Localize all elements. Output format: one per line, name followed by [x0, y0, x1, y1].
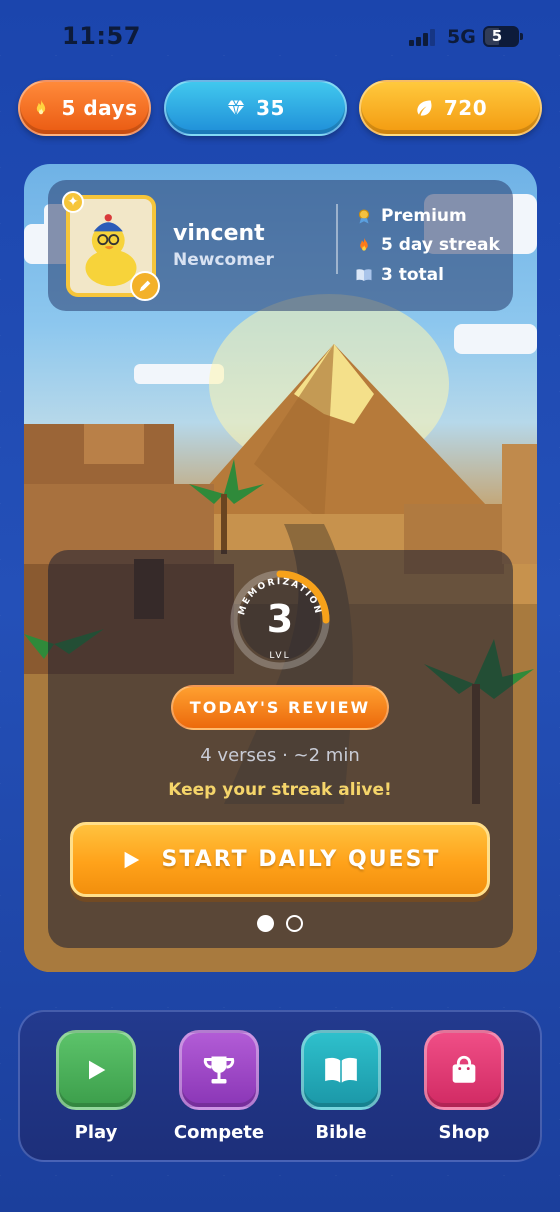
leaves-pill[interactable]: 720	[359, 80, 542, 136]
status-bar: 11:57 5G 5	[0, 0, 560, 70]
page-indicator	[257, 915, 303, 932]
streak-stat-label: 5 day streak	[381, 235, 500, 255]
clock: 11:57	[62, 22, 141, 50]
total-stat: 3 total	[355, 265, 444, 285]
play-icon	[124, 851, 139, 868]
trophy-icon	[203, 1056, 235, 1084]
shopping-bag-icon	[452, 1055, 476, 1083]
page-dot-active[interactable]	[257, 915, 274, 932]
flame-icon	[360, 237, 368, 251]
premium-stat: Premium	[355, 206, 467, 226]
streak-pill[interactable]: 5 days	[18, 80, 151, 136]
sparkle-icon: ✦	[62, 191, 84, 213]
page-dot[interactable]	[286, 915, 303, 932]
nav-shop-label: Shop	[438, 1122, 490, 1143]
flame-icon	[37, 99, 46, 115]
medal-icon	[358, 209, 370, 224]
network-type: 5G	[447, 26, 476, 48]
book-icon	[325, 1057, 357, 1083]
divider	[336, 204, 338, 274]
streak-message: Keep your streak alive!	[168, 780, 392, 800]
nav-bible[interactable]: Bible	[291, 1030, 391, 1150]
nav-compete-tile[interactable]	[179, 1030, 259, 1110]
edit-avatar-button[interactable]	[130, 271, 160, 301]
gems-pill[interactable]: 35	[164, 80, 347, 136]
battery-level: 5	[491, 27, 503, 45]
nav-play[interactable]: Play	[46, 1030, 146, 1150]
play-icon	[89, 1060, 106, 1080]
todays-review-button[interactable]: TODAY'S REVIEW	[171, 685, 389, 730]
nav-bible-tile[interactable]	[301, 1030, 381, 1110]
nav-play-label: Play	[74, 1122, 118, 1143]
nav-compete[interactable]: Compete	[169, 1030, 269, 1150]
username: vincent	[173, 221, 265, 246]
streak-label: 5 days	[61, 96, 138, 120]
nav-compete-label: Compete	[173, 1122, 265, 1143]
nav-shop-tile[interactable]	[424, 1030, 504, 1110]
start-daily-quest-button[interactable]: START DAILY QUEST	[70, 822, 490, 897]
signal-icon	[409, 28, 435, 46]
nav-bible-label: Bible	[315, 1122, 367, 1143]
level-sub: LVL	[269, 651, 290, 661]
memorization-level-ring: MEMORIZATION 3 LVL	[230, 570, 330, 670]
leaves-count: 720	[443, 96, 488, 120]
battery-icon: 5	[483, 26, 523, 47]
pencil-icon	[139, 280, 151, 292]
nav-play-tile[interactable]	[56, 1030, 136, 1110]
leaf-icon	[417, 100, 432, 116]
gems-count: 35	[256, 96, 285, 120]
book-icon	[356, 269, 372, 281]
nav-shop[interactable]: Shop	[414, 1030, 514, 1150]
premium-label: Premium	[381, 206, 467, 226]
user-rank: Newcomer	[173, 250, 274, 270]
streak-stat: 5 day streak	[355, 235, 500, 255]
level-number: 3	[267, 597, 293, 641]
diamond-icon	[227, 100, 245, 116]
total-stat-label: 3 total	[381, 265, 444, 285]
verses-summary: 4 verses · ~2 min	[200, 745, 360, 766]
start-daily-quest-label: START DAILY QUEST	[161, 847, 441, 872]
